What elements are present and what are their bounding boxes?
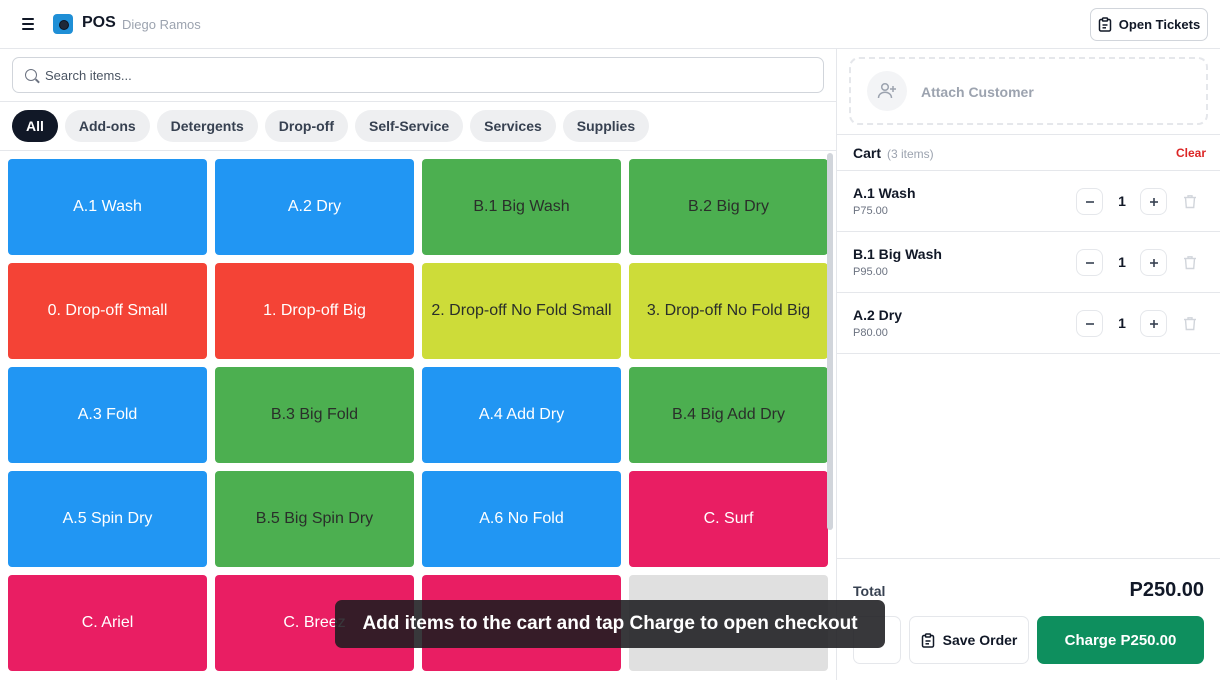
item-tile[interactable]: C. Ariel bbox=[8, 575, 207, 671]
open-tickets-label: Open Tickets bbox=[1118, 17, 1201, 32]
cart-line-name: B.1 Big Wash bbox=[853, 246, 942, 262]
minus-icon bbox=[1085, 261, 1094, 264]
item-tile[interactable]: B.3 Big Fold bbox=[215, 367, 414, 463]
decrease-quantity-button[interactable] bbox=[1076, 249, 1103, 276]
attach-customer-button[interactable]: Attach Customer bbox=[849, 57, 1208, 125]
item-tile[interactable]: A.4 Add Dry bbox=[422, 367, 621, 463]
item-tile[interactable]: 0. Drop-off Small bbox=[8, 263, 207, 359]
divider bbox=[837, 558, 1220, 559]
total-value: P250.00 bbox=[1129, 579, 1204, 601]
plus-icon bbox=[1149, 319, 1158, 328]
decrease-quantity-button[interactable] bbox=[1076, 188, 1103, 215]
divider bbox=[0, 101, 836, 102]
item-tile[interactable]: C. Surf bbox=[629, 471, 828, 567]
cart-panel: Attach Customer Cart (3 items) Clear A.1… bbox=[837, 49, 1220, 680]
add-user-icon bbox=[867, 71, 907, 111]
category-filter-bar: All Add-ons Detergents Drop-off Self-Service… bbox=[12, 110, 650, 142]
item-tile[interactable]: B.2 Big Dry bbox=[629, 159, 828, 255]
save-order-button[interactable]: Save Order bbox=[909, 616, 1029, 664]
minus-icon bbox=[1085, 200, 1094, 203]
app-title: POS bbox=[82, 14, 116, 31]
toast-message: Add items to the cart and tap Charge to … bbox=[335, 600, 885, 648]
item-grid: A.1 Wash A.2 Dry B.1 Big Wash B.2 Big Dry 0.… bbox=[8, 159, 828, 671]
search-input[interactable] bbox=[45, 58, 815, 92]
increase-quantity-button[interactable] bbox=[1140, 310, 1167, 337]
plus-icon bbox=[1149, 197, 1158, 206]
increase-quantity-button[interactable] bbox=[1140, 249, 1167, 276]
cart-line: B.1 Big Wash P95.00 1 bbox=[837, 232, 1220, 293]
search-box bbox=[12, 57, 824, 93]
cart-item-count: (3 items) bbox=[887, 147, 934, 161]
category-chip[interactable]: Detergents bbox=[156, 110, 258, 142]
attach-customer-label: Attach Customer bbox=[921, 84, 1034, 100]
clipboard-icon bbox=[1098, 17, 1112, 32]
cart-line-name: A.2 Dry bbox=[853, 307, 903, 323]
decrease-quantity-button[interactable] bbox=[1076, 310, 1103, 337]
clipboard-icon bbox=[921, 632, 934, 648]
clear-cart-button[interactable]: Clear bbox=[1176, 146, 1206, 160]
minus-icon bbox=[1085, 322, 1094, 325]
category-chip[interactable]: Supplies bbox=[562, 110, 650, 142]
item-tile[interactable]: B.1 Big Wash bbox=[422, 159, 621, 255]
item-tile[interactable]: A.2 Dry bbox=[215, 159, 414, 255]
quantity-value: 1 bbox=[1118, 254, 1126, 270]
user-name: Diego Ramos bbox=[122, 17, 201, 32]
trash-icon[interactable] bbox=[1183, 194, 1197, 209]
item-tile[interactable]: B.5 Big Spin Dry bbox=[215, 471, 414, 567]
open-tickets-button[interactable]: Open Tickets bbox=[1090, 8, 1208, 41]
item-tile[interactable]: 2. Drop-off No Fold Small bbox=[422, 263, 621, 359]
cart-line-price: P95.00 bbox=[853, 266, 888, 278]
category-chip[interactable]: All bbox=[12, 110, 58, 142]
item-tile[interactable]: A.3 Fold bbox=[8, 367, 207, 463]
top-header: POS Diego Ramos Open Tickets bbox=[0, 0, 1220, 49]
cart-line-name: A.1 Wash bbox=[853, 185, 916, 201]
item-tile[interactable]: A.1 Wash bbox=[8, 159, 207, 255]
cart-title: Cart bbox=[853, 145, 882, 161]
category-chip[interactable]: Drop-off bbox=[264, 110, 348, 142]
cart-line: A.1 Wash P75.00 1 bbox=[837, 171, 1220, 232]
plus-icon bbox=[1149, 258, 1158, 267]
increase-quantity-button[interactable] bbox=[1140, 188, 1167, 215]
total-label: Total bbox=[853, 583, 886, 599]
charge-button[interactable]: Charge P250.00 bbox=[1037, 616, 1204, 664]
cart-line: A.2 Dry P80.00 1 bbox=[837, 293, 1220, 354]
quantity-value: 1 bbox=[1118, 315, 1126, 331]
menu-icon[interactable] bbox=[18, 14, 38, 34]
cart-line-price: P80.00 bbox=[853, 327, 888, 339]
cart-line-price: P75.00 bbox=[853, 205, 888, 217]
item-tile[interactable]: A.5 Spin Dry bbox=[8, 471, 207, 567]
category-chip[interactable]: Self-Service bbox=[355, 110, 464, 142]
save-order-label: Save Order bbox=[942, 632, 1018, 648]
item-tile[interactable]: 3. Drop-off No Fold Big bbox=[629, 263, 828, 359]
category-chip[interactable]: Services bbox=[470, 110, 556, 142]
category-chip[interactable]: Add-ons bbox=[64, 110, 150, 142]
trash-icon[interactable] bbox=[1183, 255, 1197, 270]
item-tile[interactable]: B.4 Big Add Dry bbox=[629, 367, 828, 463]
item-tile[interactable]: 1. Drop-off Big bbox=[215, 263, 414, 359]
app-logo-icon bbox=[53, 14, 73, 34]
item-grid-scrollbar[interactable] bbox=[827, 153, 833, 530]
quantity-value: 1 bbox=[1118, 193, 1126, 209]
item-tile[interactable]: A.6 No Fold bbox=[422, 471, 621, 567]
divider bbox=[837, 134, 1220, 135]
trash-icon[interactable] bbox=[1183, 316, 1197, 331]
search-icon bbox=[25, 69, 37, 81]
